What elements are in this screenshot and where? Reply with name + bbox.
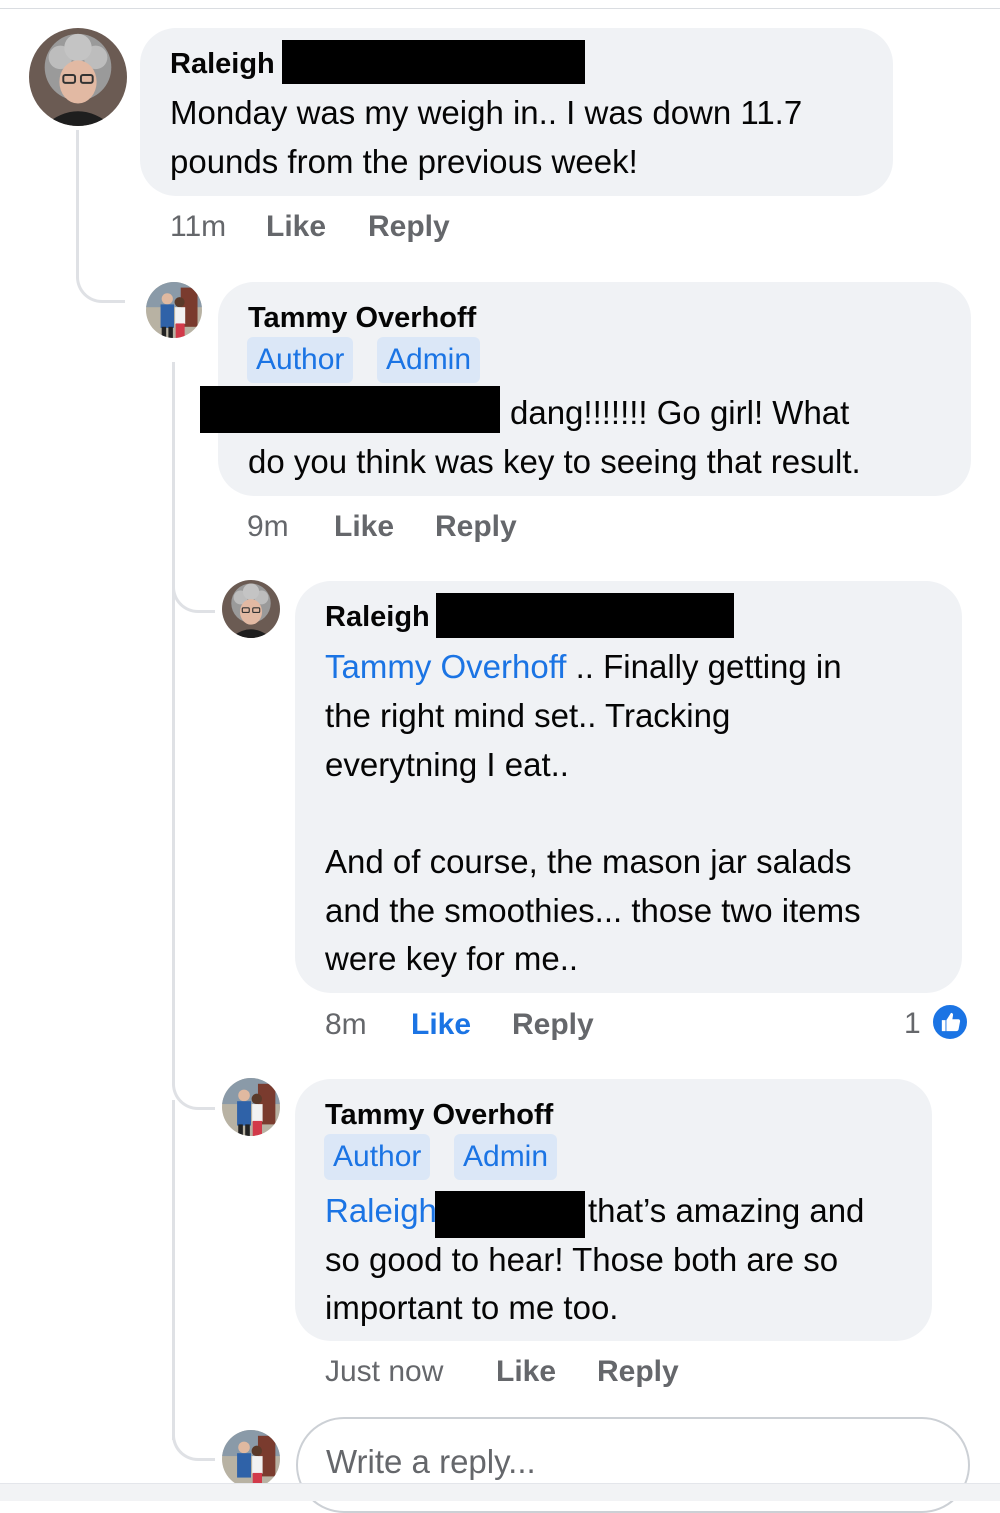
thumbs-up-icon[interactable] — [930, 1002, 970, 1042]
admin-badge: Admin — [454, 1134, 558, 1180]
comment-text-segment: .. Finally getting in — [566, 648, 842, 685]
comment-text-line: and the smoothies... those two items — [325, 892, 861, 929]
comment-text-line: Monday was my weigh in.. I was down 11.7 — [170, 94, 803, 131]
comment-time[interactable]: Just now — [325, 1352, 443, 1392]
thread-connector — [76, 130, 125, 303]
comment-time[interactable]: 11m — [170, 207, 226, 247]
like-button[interactable]: Like — [411, 1005, 471, 1045]
redacted-block — [435, 1191, 585, 1238]
bottom-bar — [0, 1483, 1000, 1501]
comment-bubble: Tammy Overhoff Author Admin Raleigh that… — [295, 1079, 932, 1341]
thread-connector — [172, 600, 175, 1080]
admin-badge: Admin — [377, 337, 481, 383]
reply-button[interactable]: Reply — [512, 1005, 594, 1045]
comment-bubble: Raleigh Monday was my weigh in.. I was d… — [140, 28, 893, 196]
comment-text-line: dang!!!!!!! Go girl! What — [510, 394, 850, 431]
author-badge: Author — [324, 1134, 431, 1180]
comment-text-line: were key for me.. — [325, 940, 579, 977]
comment-text-line: Raleigh — [325, 1186, 437, 1235]
comment-text-line: everytning I eat.. — [325, 746, 569, 783]
comment-actions: 11m Like Reply — [170, 207, 570, 247]
comment-actions: 8m Like Reply — [325, 1005, 725, 1045]
like-button[interactable]: Like — [496, 1352, 556, 1392]
comment-bubble: Tammy Overhoff Author Admin dang!!!!!!! … — [200, 282, 971, 496]
avatar — [222, 1430, 280, 1488]
comment-text-line: so good to hear! Those both are so — [325, 1241, 839, 1278]
comment-text-line: Tammy Overhoff .. Finally getting in — [325, 642, 842, 691]
thread-connector — [172, 560, 215, 613]
comment-text-line: the right mind set.. Tracking — [325, 697, 731, 734]
avatar[interactable] — [222, 1078, 280, 1136]
comment-text-line: And of course, the mason jar salads — [325, 843, 852, 880]
comment-time[interactable]: 8m — [325, 1005, 367, 1045]
reaction-count[interactable]: 1 — [904, 1007, 921, 1041]
thread-connector — [172, 1060, 215, 1110]
top-divider — [0, 8, 1000, 9]
comment-text-line: do you think was key to seeing that resu… — [248, 443, 861, 480]
comment-actions: 9m Like Reply — [247, 507, 647, 547]
redacted-block — [200, 386, 500, 433]
author-badge: Author — [247, 337, 354, 383]
comment-actions: Just now Like Reply — [325, 1352, 775, 1392]
mention-link[interactable]: Tammy Overhoff — [325, 648, 566, 685]
avatar[interactable] — [29, 28, 127, 126]
mention-link[interactable]: Raleigh — [325, 1192, 437, 1229]
like-button[interactable]: Like — [266, 207, 326, 247]
avatar[interactable] — [146, 282, 202, 338]
thread-connector — [172, 1420, 215, 1461]
comment-author[interactable]: Tammy Overhoff — [248, 302, 476, 335]
reply-placeholder: Write a reply... — [326, 1443, 536, 1480]
reply-button[interactable]: Reply — [435, 507, 517, 547]
reply-button[interactable]: Reply — [597, 1352, 679, 1392]
comment-bubble: Raleigh Tammy Overhoff .. Finally gettin… — [295, 581, 962, 993]
reply-button[interactable]: Reply — [368, 207, 450, 247]
comment-author[interactable]: Raleigh — [325, 601, 430, 634]
thread-connector — [172, 1100, 175, 1440]
comment-time[interactable]: 9m — [247, 507, 289, 547]
redacted-block — [436, 593, 734, 638]
comment-text-line: important to me too. — [325, 1289, 619, 1326]
comment-text-line: pounds from the previous week! — [170, 143, 638, 180]
comment-author[interactable]: Raleigh — [170, 48, 275, 81]
redacted-block — [282, 40, 585, 84]
avatar[interactable] — [222, 580, 280, 638]
comment-author[interactable]: Tammy Overhoff — [325, 1099, 553, 1132]
like-button[interactable]: Like — [334, 507, 394, 547]
comment-text-line: that’s amazing and — [588, 1192, 865, 1229]
